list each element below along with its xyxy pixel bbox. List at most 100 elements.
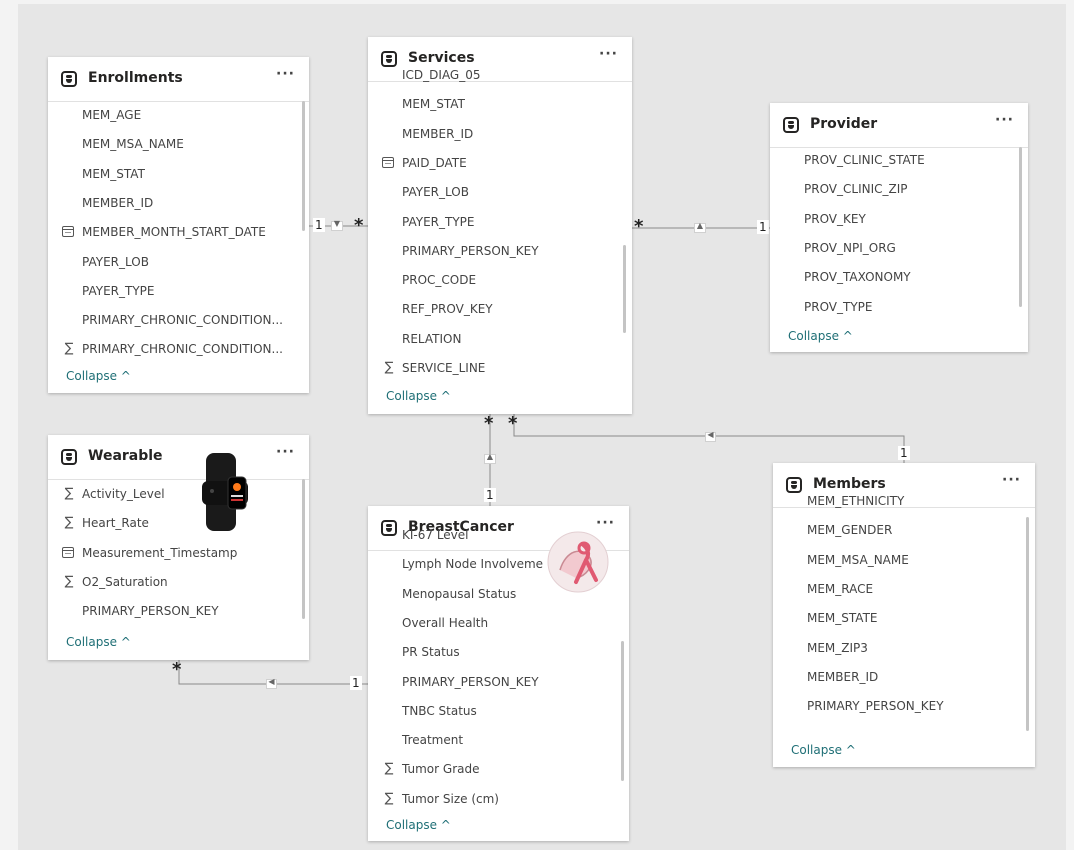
field-item[interactable]: ∑ PRIMARY_CHRONIC_CONDITION... [48,335,309,364]
field-item[interactable]: Overall Health [368,609,629,638]
field-item[interactable]: PROV_TAXONOMY [770,263,1028,292]
field-item[interactable]: PAYER_TYPE [368,208,632,237]
field-item[interactable]: RELATION [368,325,632,354]
field-item[interactable]: MEM_STAT [48,160,309,189]
field-item[interactable]: MEM_ZIP3 [773,634,1035,663]
field-item[interactable]: MEMBER_MONTH_START_DATE [48,218,309,247]
collapse-button[interactable]: Collapse ^ [386,818,451,832]
filter-direction-icon[interactable]: ▲ [484,452,496,464]
more-options-button[interactable]: ··· [1002,472,1021,488]
field-item[interactable]: PROV_CLINIC_ZIP [770,175,1028,204]
awareness-ribbon-image [547,531,609,593]
field-item[interactable]: Treatment [368,726,629,755]
field-item[interactable]: PROV_CLINIC_STATE [770,146,1028,175]
field-item[interactable]: MEM_STATE [773,604,1035,633]
rel-services-bc-many: * [484,413,494,434]
table-card-breastcancer[interactable]: BreastCancer ··· KI-67 Level Lymph Node I… [368,506,629,841]
table-card-wearable[interactable]: Wearable ··· ∑ Activity_Level ∑ Heart_Rate M… [48,435,309,660]
field-item[interactable]: PRIMARY_CHRONIC_CONDITION... [48,306,309,335]
field-name: MEMBER_ID [402,126,474,141]
table-header[interactable]: Provider ··· [770,103,1028,148]
scrollbar[interactable] [302,101,305,231]
scrollbar[interactable] [621,641,624,781]
field-item[interactable]: REF_PROV_KEY [368,295,632,324]
more-options-button[interactable]: ··· [276,66,295,82]
field-name: PAYER_LOB [82,254,149,269]
more-options-button[interactable]: ··· [276,444,295,460]
collapse-button[interactable]: Collapse ^ [791,743,856,757]
filter-direction-icon[interactable]: ▲ [694,221,706,233]
field-item[interactable]: ∑ O2_Saturation [48,568,309,597]
field-item[interactable]: PAYER_LOB [368,178,632,207]
field-name: PRIMARY_CHRONIC_CONDITION... [82,342,283,357]
field-item[interactable]: MEM_ETHNICITY [773,487,1035,516]
field-item[interactable]: ICD_DIAG_05 [368,61,632,90]
field-item[interactable]: PAYER_TYPE [48,277,309,306]
field-name: PRIMARY_PERSON_KEY [807,699,944,714]
field-item[interactable]: MEM_RACE [773,575,1035,604]
filter-direction-icon[interactable]: ▼ [331,219,343,231]
table-title: Wearable [88,448,163,464]
field-item[interactable]: PRIMARY_PERSON_KEY [48,597,309,626]
collapse-button[interactable]: Collapse ^ [66,635,131,649]
field-item[interactable]: MEM_MSA_NAME [773,546,1035,575]
field-name: SERVICE_LINE [402,361,486,375]
scrollbar[interactable] [302,479,305,619]
table-header[interactable]: Wearable ··· [48,435,309,480]
sigma-icon: ∑ [64,515,74,531]
sigma-icon: ∑ [384,790,394,806]
field-name: PRIMARY_PERSON_KEY [82,604,219,619]
field-item[interactable]: ∑ Tumor Grade [368,755,629,784]
table-icon [61,71,77,87]
field-name: Lymph Node Involveme [402,557,544,572]
rel-enroll-one: 1 [313,218,325,232]
field-item[interactable]: TNBC Status [368,697,629,726]
table-card-enrollments[interactable]: Enrollments ··· MEM_AGE MEM_MSA_NAME MEM_S… [48,57,309,393]
field-item[interactable]: ∑ Tumor Size (cm) [368,785,629,814]
filter-direction-icon[interactable]: ◀ [705,430,716,442]
field-name: Tumor Grade [402,762,480,777]
table-card-members[interactable]: Members ··· MEM_ETHNICITY MEM_GENDER MEM_M… [773,463,1035,767]
field-item[interactable]: PROV_TYPE [770,293,1028,322]
field-item[interactable]: MEM_MSA_NAME [48,130,309,159]
field-item[interactable]: PRIMARY_PERSON_KEY [773,692,1035,721]
field-item[interactable]: ∑ Heart_Rate [48,509,309,538]
field-name: PAYER_TYPE [402,214,475,229]
collapse-button[interactable]: Collapse ^ [386,389,451,403]
scrollbar[interactable] [1019,147,1022,307]
field-item[interactable]: PRIMARY_PERSON_KEY [368,668,629,697]
scrollbar[interactable] [623,245,626,333]
more-options-button[interactable]: ··· [599,46,618,62]
field-item[interactable]: ∑ Activity_Level [48,480,309,509]
field-name: MEMBER_MONTH_START_DATE [82,225,266,240]
table-card-services[interactable]: Services ··· ICD_DIAG_05 MEM_STAT MEMBER_I… [368,37,632,414]
scrollbar[interactable] [1026,517,1029,731]
field-item[interactable]: PRIMARY_PERSON_KEY [368,237,632,266]
filter-direction-icon[interactable]: ◀ [266,677,277,689]
field-name: MEM_MSA_NAME [807,552,909,567]
field-item[interactable]: MEMBER_ID [368,120,632,149]
field-item[interactable]: MEMBER_ID [48,189,309,218]
more-options-button[interactable]: ··· [995,112,1014,128]
field-name: MEM_STAT [82,166,145,181]
field-item[interactable]: MEM_GENDER [773,516,1035,545]
field-item[interactable]: MEM_STAT [368,90,632,119]
field-item[interactable]: PROC_CODE [368,266,632,295]
sigma-icon: ∑ [64,486,74,501]
field-item[interactable]: PROV_KEY [770,205,1028,234]
table-header[interactable]: Enrollments ··· [48,57,309,102]
field-item[interactable]: PROV_NPI_ORG [770,234,1028,263]
collapse-button[interactable]: Collapse ^ [66,369,131,383]
field-item[interactable]: Measurement_Timestamp [48,539,309,568]
field-item[interactable]: PR Status [368,638,629,667]
field-item[interactable]: MEMBER_ID [773,663,1035,692]
field-name: Menopausal Status [402,586,517,601]
collapse-button[interactable]: Collapse ^ [788,329,853,343]
table-icon [61,449,77,465]
field-item[interactable]: PAYER_LOB [48,248,309,277]
field-item[interactable]: MEM_AGE [48,101,309,130]
field-item[interactable]: ∑ SERVICE_LINE [368,354,632,383]
table-card-provider[interactable]: Provider ··· PROV_CLINIC_STATE PROV_CLINI… [770,103,1028,352]
field-item[interactable]: PAID_DATE [368,149,632,178]
sigma-icon: ∑ [64,573,74,589]
